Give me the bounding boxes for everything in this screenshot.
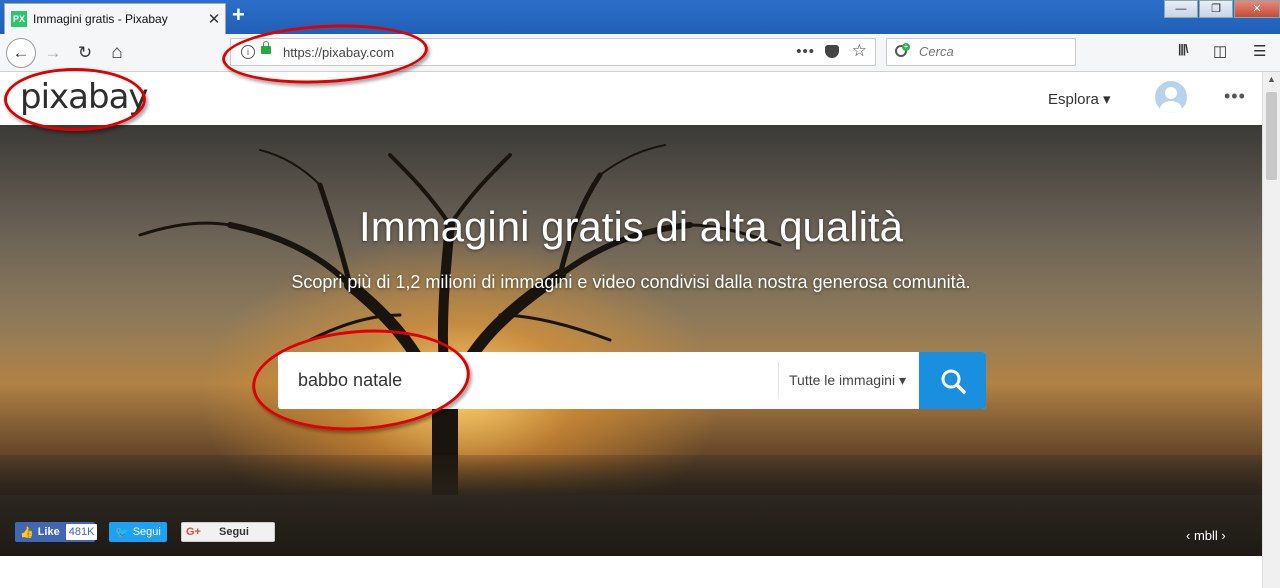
page-actions-icon[interactable]: ••• (796, 43, 815, 60)
browser-tab[interactable]: PX Immagini gratis - Pixabay ✕ (4, 3, 226, 34)
tab-title: Immagini gratis - Pixabay (33, 12, 168, 26)
hero-title: Immagini gratis di alta qualità (359, 203, 903, 250)
facebook-like-label: Like (37, 526, 60, 538)
hamburger-menu-icon[interactable]: ☰ (1253, 42, 1266, 60)
forward-arrow-icon[interactable]: → (40, 40, 66, 66)
home-icon[interactable]: ⌂ (104, 40, 130, 66)
add-engine-icon: + (902, 42, 910, 51)
maximize-icon[interactable]: ❐ (1199, 0, 1233, 18)
window-close-icon[interactable]: ✕ (1234, 0, 1280, 18)
twitter-bird-icon: 🐦 (115, 526, 129, 539)
google-plus-icon: G+ (186, 526, 201, 538)
scrollbar-thumb[interactable] (1266, 92, 1277, 180)
media-type-dropdown[interactable]: Tutte le immagini ▾ (789, 372, 906, 389)
google-plus-follow-button[interactable]: G+ Segui (181, 522, 275, 542)
tree-line (0, 455, 1262, 495)
explore-menu[interactable]: Esplora ▾ (1048, 90, 1111, 108)
window-controls: — ❐ ✕ (1163, 0, 1280, 18)
library-icon[interactable]: |||\ (1178, 42, 1188, 56)
hero-banner: Immagini gratis di alta qualità Scopri p… (0, 125, 1262, 556)
sidebar-icon[interactable]: ◫ (1213, 42, 1227, 60)
image-search-form: Tutte le immagini ▾ (278, 352, 986, 409)
more-options-icon[interactable]: ••• (1224, 86, 1246, 107)
google-follow-label: Segui (218, 526, 249, 538)
search-divider (778, 362, 779, 399)
search-icon (941, 369, 966, 394)
url-text[interactable]: https://pixabay.com (283, 45, 394, 60)
site-header: pixabay Esplora ▾ ••• (0, 72, 1262, 125)
url-bar[interactable]: i https://pixabay.com ••• ☆ (230, 38, 876, 66)
browser-search-box[interactable]: + (886, 38, 1076, 66)
minimize-icon[interactable]: — (1164, 0, 1198, 18)
twitter-follow-label: Segui (132, 526, 161, 538)
lock-icon[interactable] (261, 41, 271, 54)
browser-search-input[interactable] (917, 43, 1071, 60)
twitter-follow-button[interactable]: 🐦 Segui (109, 522, 167, 542)
browser-toolbar: ← → ↻ ⌂ i https://pixabay.com ••• ☆ + ||… (0, 34, 1280, 72)
new-tab-icon[interactable]: + (232, 2, 245, 28)
info-icon[interactable]: i (241, 45, 255, 59)
browser-titlebar: PX Immagini gratis - Pixabay ✕ + — ❐ ✕ (0, 0, 1280, 34)
thumbs-up-icon: 👍 (20, 526, 34, 539)
image-search-input[interactable] (296, 369, 770, 392)
user-avatar-icon[interactable] (1155, 81, 1187, 113)
pixabay-logo[interactable]: pixabay (20, 77, 149, 117)
hero-subtitle: Scopri più di 1,2 milioni di immagini e … (291, 272, 971, 292)
facebook-like-count: 481K (65, 524, 98, 540)
pixabay-favicon-icon: PX (11, 11, 27, 27)
photo-credit[interactable]: ‹ mbll › (1186, 528, 1226, 543)
reload-icon[interactable]: ↻ (72, 40, 98, 66)
back-arrow-icon[interactable]: ← (6, 38, 36, 68)
scroll-up-icon[interactable]: ▲ (1267, 74, 1276, 84)
facebook-like-button[interactable]: 👍 Like 481K (15, 522, 98, 542)
search-button[interactable] (919, 352, 986, 409)
tab-close-icon[interactable]: ✕ (203, 10, 225, 28)
bookmark-star-icon[interactable]: ☆ (852, 41, 867, 61)
page-scrollbar[interactable]: ▲ (1262, 72, 1280, 588)
pocket-icon[interactable] (825, 45, 839, 58)
